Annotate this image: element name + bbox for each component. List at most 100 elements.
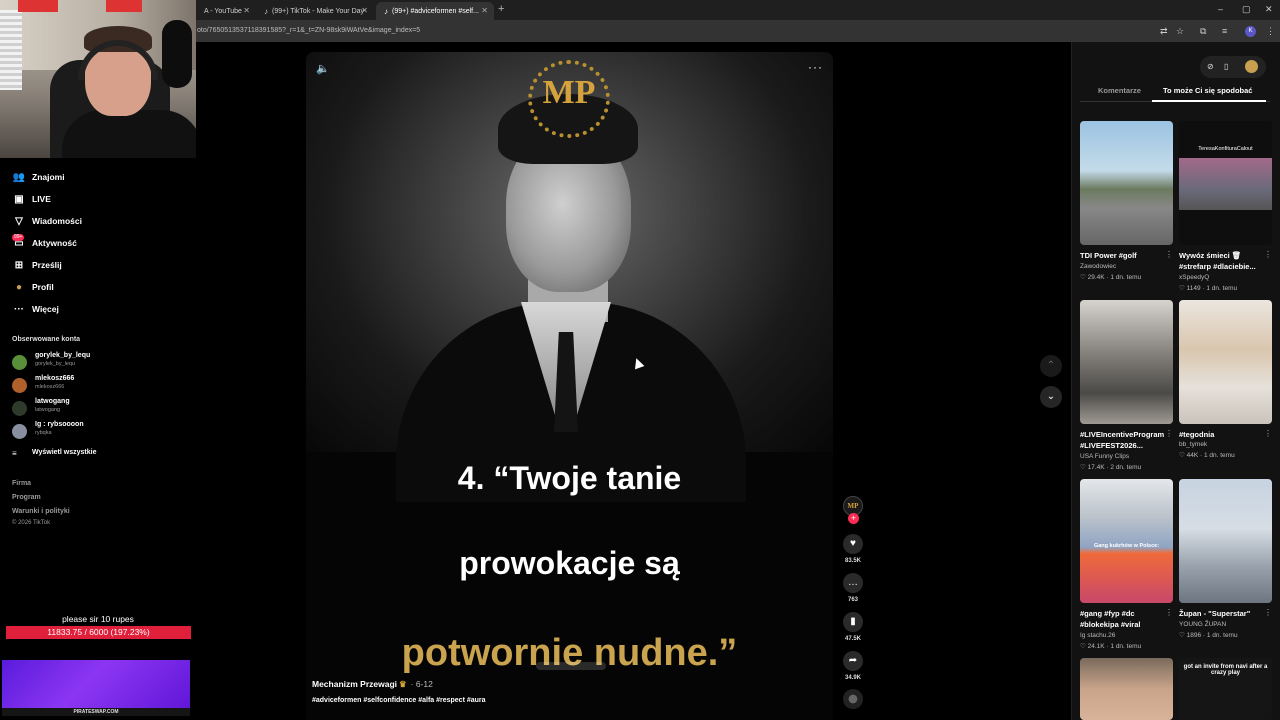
- donation-goal-label: please sir 10 rupes: [62, 614, 134, 624]
- video-author[interactable]: Zawodowiec: [1080, 263, 1116, 270]
- upload-icon: ⊞: [14, 259, 24, 271]
- volume-icon[interactable]: 🔈: [316, 62, 330, 75]
- account-handle: latwogang: [35, 407, 61, 413]
- follow-plus-icon[interactable]: +: [848, 513, 859, 524]
- channel-logo: MP: [542, 74, 596, 111]
- video-meta: ♡ 29.4K · 1 dn. temu: [1080, 274, 1142, 281]
- author-name[interactable]: Mechanizm Przewagi: [312, 679, 397, 689]
- tab-label: (99+) TikTok - Make Your Day: [272, 7, 365, 15]
- more-options-icon[interactable]: ⋮: [1165, 250, 1173, 259]
- browser-profile-avatar[interactable]: K: [1245, 26, 1256, 37]
- video-title[interactable]: #tegodnia: [1179, 429, 1271, 440]
- sidebar-item-upload[interactable]: ⊞ Prześlij: [12, 257, 62, 273]
- footer-link-company[interactable]: Firma: [12, 480, 31, 487]
- extensions-icon[interactable]: ⧉: [1200, 26, 1206, 37]
- video-author[interactable]: Mechanizm Przewagi ♛ · 6-12: [312, 679, 433, 690]
- video-thumbnail[interactable]: [1179, 300, 1272, 424]
- footer-link-program[interactable]: Program: [12, 494, 41, 501]
- minimize-icon[interactable]: –: [1218, 4, 1223, 14]
- sidebar-item-more[interactable]: ··· Więcej: [12, 301, 59, 317]
- tab-active-video[interactable]: ♪ (99+) #adviceformen #self... ✕: [376, 2, 494, 20]
- video-thumbnail[interactable]: TeresaKonfituraCalout: [1179, 121, 1272, 245]
- activity-badge: 99+: [12, 234, 25, 241]
- compass-icon[interactable]: ⊘: [1207, 62, 1214, 71]
- more-options-icon[interactable]: ⋮: [1264, 250, 1272, 259]
- sidebar-item-messages[interactable]: ▽ Wiadomości: [12, 213, 82, 229]
- followed-accounts-title: Obserwowane konta: [12, 336, 81, 343]
- video-thumbnail[interactable]: Gang kukrhów w Polsce:: [1080, 479, 1173, 603]
- sidebar-item-profile[interactable]: ● Profil: [12, 279, 54, 295]
- tab-comments[interactable]: Komentarze: [1098, 86, 1141, 95]
- copyright-text: © 2026 TikTok: [12, 520, 51, 526]
- video-title[interactable]: TDI Power #golf: [1080, 250, 1172, 261]
- account-handle: gorylek_by_lequ: [35, 361, 76, 367]
- account-name: latwogang: [35, 398, 70, 405]
- comment-button[interactable]: … 763: [843, 573, 863, 603]
- sidebar-item-label: Wiadomości: [32, 216, 82, 226]
- close-window-icon[interactable]: ✕: [1265, 4, 1273, 15]
- tab-recommended[interactable]: To może Ci się spodobać: [1163, 86, 1252, 95]
- sidebar-item-friends[interactable]: 👥 Znajomi: [12, 169, 65, 185]
- save-button[interactable]: ▮ 47.5K: [843, 612, 863, 642]
- video-meta: ♡ 24.1K · 1 dn. temu: [1080, 643, 1142, 650]
- close-icon[interactable]: ✕: [361, 6, 368, 15]
- video-author[interactable]: USA Funny Clips: [1080, 453, 1129, 460]
- user-avatar[interactable]: [1245, 60, 1258, 73]
- music-disc-icon[interactable]: [843, 689, 863, 709]
- tab-youtube[interactable]: A - YouTube ✕: [196, 2, 256, 20]
- video-player[interactable]: MP 🔈 ··· 4. “Twoje tanie prowokacje są p…: [306, 52, 833, 720]
- video-thumbnail[interactable]: [1179, 479, 1272, 603]
- video-thumbnail[interactable]: got an invite from navi after a crazy pl…: [1179, 658, 1272, 720]
- video-author[interactable]: xSpeedyQ: [1179, 274, 1209, 281]
- like-button[interactable]: ♥ 83.5K: [843, 534, 863, 564]
- thumbnail-image: [1179, 158, 1272, 210]
- translate-icon[interactable]: ⇄: [1160, 26, 1168, 37]
- share-button[interactable]: ➦ 34.9K: [843, 651, 863, 681]
- sidebar-item-live[interactable]: ▣ LIVE: [12, 191, 51, 207]
- sidebar-item-label: Profil: [32, 282, 54, 292]
- more-options-icon[interactable]: ···: [808, 60, 823, 74]
- video-hashtags[interactable]: #adviceformen #selfconfidence #alfa #res…: [312, 697, 486, 704]
- list-icon: ≡: [12, 449, 17, 458]
- close-icon[interactable]: ✕: [243, 6, 250, 15]
- video-portrait-image: MP: [306, 52, 833, 502]
- like-count: 83.5K: [844, 558, 861, 564]
- footer-link-terms[interactable]: Warunki i polityki: [12, 508, 70, 515]
- url-text[interactable]: oto/7650513537118391585?_r=1&_t=ZN-98sk9…: [197, 27, 420, 34]
- more-options-icon[interactable]: ⋮: [1165, 429, 1173, 438]
- thumbnail-caption: Gang kukrhów w Polsce:: [1093, 543, 1160, 549]
- new-tab-button[interactable]: +: [498, 3, 504, 15]
- quote-line-2: prowokacje są: [459, 545, 680, 581]
- video-meta: ♡ 44K · 1 dn. temu: [1179, 452, 1235, 459]
- bookmark-star-icon[interactable]: ☆: [1176, 26, 1184, 37]
- webcam-sign: [18, 0, 58, 12]
- device-icon[interactable]: ▯: [1224, 62, 1228, 71]
- active-tab-indicator: [1152, 100, 1266, 102]
- show-all-accounts-link[interactable]: ≡ Wyświetl wszystkie: [12, 449, 96, 458]
- video-title[interactable]: Župan - "Superstar": [1179, 608, 1271, 619]
- more-options-icon[interactable]: ⋮: [1264, 429, 1272, 438]
- webcam-sign: [106, 0, 142, 12]
- close-icon[interactable]: ✕: [481, 6, 488, 15]
- quote-line-1: 4. “Twoje tanie: [457, 460, 682, 496]
- photo-carousel-indicator[interactable]: [536, 662, 606, 670]
- video-author[interactable]: bb_tymek: [1179, 441, 1207, 448]
- video-thumbnail[interactable]: [1080, 658, 1173, 720]
- video-author[interactable]: YOUNG ŽUPAN: [1179, 621, 1226, 628]
- previous-video-chevron-up-icon[interactable]: ⌃: [1040, 355, 1062, 377]
- video-author[interactable]: Ig stachu.26: [1080, 632, 1115, 639]
- menu-kebab-icon[interactable]: ⋮: [1266, 26, 1275, 37]
- video-thumbnail[interactable]: [1080, 121, 1173, 245]
- video-title[interactable]: Wywóz śmieci 🗑 #strefarp #dlaciebie...: [1179, 250, 1271, 272]
- maximize-icon[interactable]: ▢: [1242, 4, 1251, 15]
- more-options-icon[interactable]: ⋮: [1165, 608, 1173, 617]
- video-title[interactable]: #gang #fyp #dc #blokekipa #viral: [1080, 608, 1172, 630]
- more-options-icon[interactable]: ⋮: [1264, 608, 1272, 617]
- tab-tiktok-home[interactable]: ♪ (99+) TikTok - Make Your Day ✕: [256, 2, 374, 20]
- next-video-chevron-down-icon[interactable]: ⌄: [1040, 386, 1062, 408]
- save-count: 47.5K: [844, 636, 861, 642]
- video-title[interactable]: #LIVEIncentiveProgram #LIVEFEST2026...: [1080, 429, 1172, 451]
- video-thumbnail[interactable]: [1080, 300, 1173, 424]
- media-icon[interactable]: ≡: [1222, 26, 1227, 36]
- video-meta: ♡ 1896 · 1 dn. temu: [1179, 632, 1238, 639]
